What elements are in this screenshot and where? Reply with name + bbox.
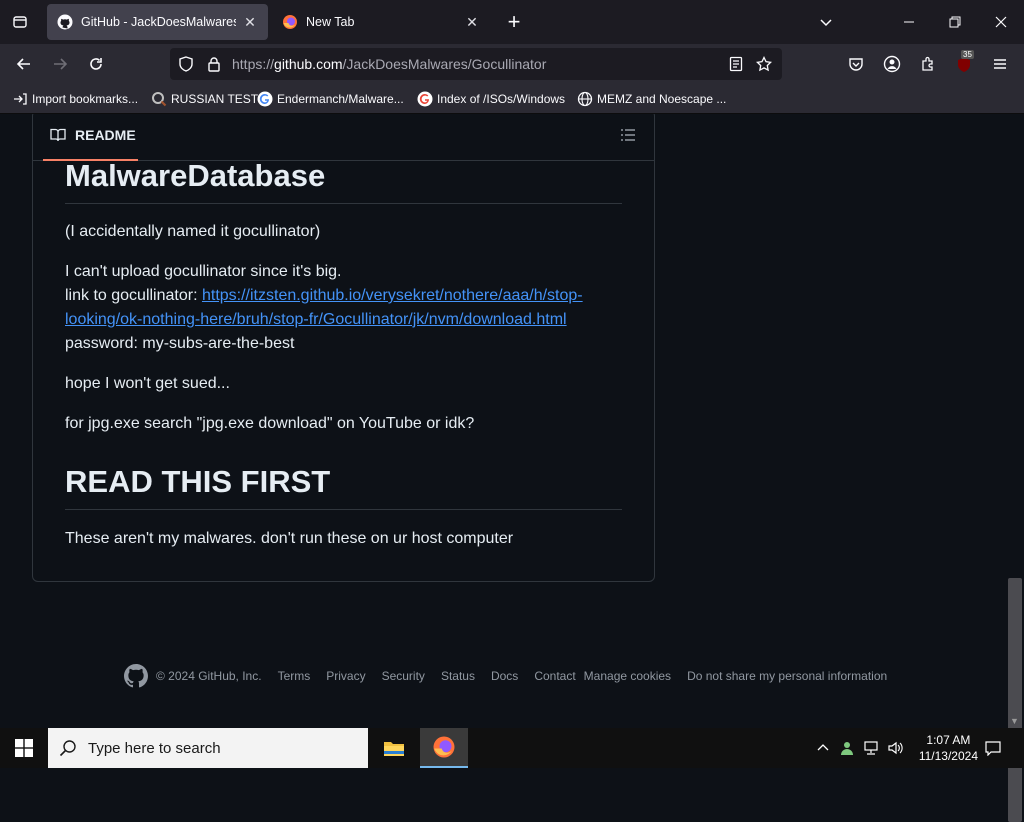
close-tab-icon[interactable]: ✕ bbox=[464, 14, 480, 30]
system-clock[interactable]: 1:07 AM 11/13/2024 bbox=[919, 732, 978, 764]
reader-view-icon[interactable] bbox=[726, 54, 746, 74]
text-link-continued: looking/ok-nothing-here/bruh/stop-fr/Goc… bbox=[65, 308, 583, 332]
footer-link-contact[interactable]: Contact bbox=[534, 669, 575, 683]
download-link-continued[interactable]: looking/ok-nothing-here/bruh/stop-fr/Goc… bbox=[65, 311, 567, 328]
footer-do-not-share[interactable]: Do not share my personal information bbox=[687, 669, 887, 683]
star-icon[interactable] bbox=[754, 54, 774, 74]
footer-link-terms[interactable]: Terms bbox=[278, 669, 311, 683]
search-icon bbox=[48, 728, 88, 768]
navigation-toolbar: https://github.com/JackDoesMalwares/Gocu… bbox=[0, 44, 1024, 84]
search-circle-icon bbox=[151, 91, 167, 107]
paragraph-sued: hope I won't get sued... bbox=[65, 375, 230, 392]
footer-manage-cookies[interactable]: Manage cookies bbox=[584, 669, 671, 683]
tab-github[interactable]: GitHub - JackDoesMalwares/Gocullinator ✕ bbox=[47, 4, 268, 40]
divider bbox=[65, 509, 622, 510]
minimize-button[interactable] bbox=[886, 0, 932, 44]
github-icon bbox=[57, 14, 73, 30]
clock-date: 11/13/2024 bbox=[918, 749, 978, 763]
paragraph-warning: These aren't my malwares. don't run thes… bbox=[65, 530, 514, 547]
footer-link-status[interactable]: Status bbox=[441, 669, 475, 683]
reload-button[interactable] bbox=[80, 48, 112, 80]
tab-title: New Tab bbox=[306, 15, 355, 29]
windows-start-icon[interactable] bbox=[0, 728, 48, 768]
chevron-up-icon[interactable] bbox=[812, 728, 834, 768]
extensions-icon[interactable] bbox=[912, 48, 944, 80]
url-bar[interactable]: https://github.com/JackDoesMalwares/Gocu… bbox=[170, 48, 782, 80]
import-icon bbox=[12, 91, 28, 107]
text-cant-upload: I can't upload gocullinator since it's b… bbox=[65, 263, 342, 280]
volume-icon[interactable] bbox=[884, 728, 906, 768]
footer-copyright: © 2024 GitHub, Inc. bbox=[156, 669, 262, 683]
bookmarks-toolbar: Import bookmarks... RUSSIAN TEST Enderma… bbox=[0, 84, 1024, 114]
footer-link-privacy[interactable]: Privacy bbox=[326, 669, 365, 683]
book-icon bbox=[49, 126, 67, 144]
github-footer: © 2024 GitHub, Inc. Terms Privacy Securi… bbox=[124, 664, 903, 688]
download-link[interactable]: https://itzsten.github.io/verysekret/not… bbox=[202, 287, 583, 304]
list-icon[interactable] bbox=[618, 125, 638, 145]
forward-button[interactable] bbox=[44, 48, 76, 80]
scroll-down-arrow-icon[interactable]: ▼ bbox=[1010, 716, 1019, 726]
bookmark-label: MEMZ and Noescape ... bbox=[597, 92, 727, 106]
paragraph-accidental-name: (I accidentally named it gocullinator) bbox=[65, 223, 321, 240]
google-icon bbox=[417, 91, 433, 107]
windows-taskbar: Type here to search 1:07 AM 11/13/2024 bbox=[0, 728, 1024, 768]
globe-icon bbox=[577, 91, 593, 107]
clock-time: 1:07 AM bbox=[926, 733, 971, 747]
menu-icon[interactable] bbox=[984, 48, 1016, 80]
readme-header: README bbox=[33, 114, 654, 161]
bookmark-import[interactable]: Import bookmarks... bbox=[12, 90, 138, 108]
pocket-icon[interactable] bbox=[840, 48, 872, 80]
tab-title: GitHub - JackDoesMalwares/Gocullinator bbox=[81, 15, 236, 29]
paragraph-jpg-exe: for jpg.exe search "jpg.exe download" on… bbox=[65, 415, 475, 432]
bookmark-memz[interactable]: MEMZ and Noescape ... bbox=[577, 90, 726, 108]
tab-readme[interactable]: README bbox=[43, 114, 138, 161]
text-password: password: my-subs-are-the-best bbox=[65, 335, 295, 352]
heading-read-this-first: READ THIS FIRST bbox=[65, 464, 331, 499]
bookmark-label: Endermanch/Malware... bbox=[277, 92, 404, 106]
bookmark-isos[interactable]: Index of /ISOs/Windows bbox=[417, 90, 565, 108]
account-icon[interactable] bbox=[876, 48, 908, 80]
lock-icon[interactable] bbox=[204, 54, 224, 74]
back-button[interactable] bbox=[8, 48, 40, 80]
taskbar-search-box[interactable]: Type here to search bbox=[48, 728, 368, 768]
restore-button[interactable] bbox=[932, 0, 978, 44]
divider bbox=[65, 203, 622, 204]
search-placeholder: Type here to search bbox=[88, 739, 221, 757]
new-tab-button[interactable]: + bbox=[491, 0, 537, 44]
paragraph-link-block: I can't upload gocullinator since it's b… bbox=[65, 260, 583, 356]
footer-link-docs[interactable]: Docs bbox=[491, 669, 518, 683]
heading-malwaredatabase: MalwareDatabase bbox=[65, 158, 326, 193]
bookmark-endermanch[interactable]: Endermanch/Malware... bbox=[257, 90, 404, 108]
tab-new-tab[interactable]: New Tab ✕ bbox=[272, 4, 490, 40]
page-content: README MalwareDatabase (I accidentally n… bbox=[0, 114, 1024, 728]
shield-icon[interactable] bbox=[176, 54, 196, 74]
bookmark-label: Index of /ISOs/Windows bbox=[437, 92, 566, 106]
readme-tab-label: README bbox=[75, 127, 136, 143]
text-link-line: link to gocullinator: https://itzsten.gi… bbox=[65, 284, 583, 308]
page-scrollbar[interactable]: ▼ bbox=[1006, 114, 1024, 822]
footer-link-security[interactable]: Security bbox=[382, 669, 425, 683]
ublock-icon[interactable]: 35 bbox=[948, 48, 980, 80]
notification-icon[interactable] bbox=[976, 728, 1010, 768]
bookmark-russian-test[interactable]: RUSSIAN TEST bbox=[151, 90, 258, 108]
github-logo-icon[interactable] bbox=[124, 664, 148, 688]
firefox-taskbar-icon[interactable] bbox=[420, 728, 468, 768]
google-icon bbox=[257, 91, 273, 107]
link-prefix-text: link to gocullinator: bbox=[65, 287, 202, 304]
file-explorer-icon[interactable] bbox=[370, 728, 418, 768]
people-icon[interactable] bbox=[836, 728, 858, 768]
tab-strip: GitHub - JackDoesMalwares/Gocullinator ✕… bbox=[0, 0, 1024, 44]
firefox-icon bbox=[282, 14, 298, 30]
chevron-down-icon[interactable] bbox=[803, 0, 849, 44]
url-text[interactable]: https://github.com/JackDoesMalwares/Gocu… bbox=[232, 56, 546, 72]
close-tab-icon[interactable]: ✕ bbox=[242, 14, 258, 30]
list-all-tabs-icon[interactable] bbox=[4, 6, 36, 38]
close-window-button[interactable] bbox=[978, 0, 1024, 44]
extension-badge: 35 bbox=[961, 50, 974, 59]
bookmark-label: RUSSIAN TEST bbox=[171, 92, 259, 106]
network-icon[interactable] bbox=[860, 728, 882, 768]
scrollbar-thumb[interactable] bbox=[1008, 578, 1022, 822]
bookmark-label: Import bookmarks... bbox=[32, 92, 139, 106]
